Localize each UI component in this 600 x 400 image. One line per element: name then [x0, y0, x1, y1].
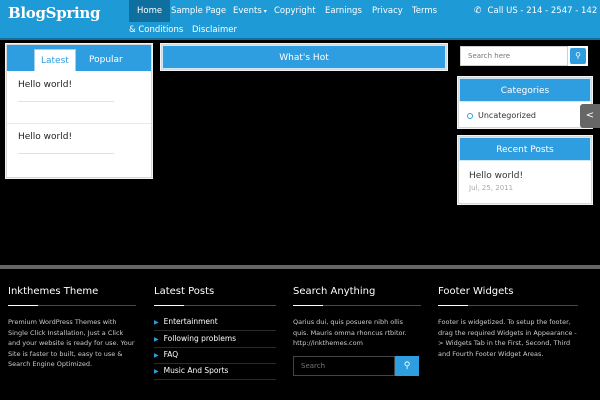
chevron-right-icon: ▶: [154, 352, 159, 359]
footer-underline: [154, 305, 276, 306]
whats-hot-title: What's Hot: [162, 45, 446, 69]
divider: [154, 347, 276, 348]
footer-search-input[interactable]: [293, 356, 395, 376]
chevron-right-icon: ▶: [154, 336, 159, 343]
footer-text: Footer is widgetized. To setup the foote…: [438, 318, 577, 358]
list-item: Hello world!: [7, 125, 151, 177]
footer-col-title: Footer Widgets: [438, 286, 514, 297]
tab-latest[interactable]: Latest: [34, 49, 76, 71]
nav-item-conditions[interactable]: & Conditions: [121, 19, 191, 41]
divider: [7, 123, 151, 124]
post-title-link[interactable]: Hello world!: [18, 80, 72, 90]
main-nav: Home Sample Page Events ▾ Copyright Earni…: [129, 0, 464, 40]
divider: [154, 330, 276, 331]
footer-link-label: Entertainment: [163, 317, 218, 326]
footer-col-title: Latest Posts: [154, 286, 215, 297]
whats-hot-widget: What's Hot: [161, 44, 447, 70]
categories-title: Categories: [459, 78, 591, 102]
divider: [18, 153, 114, 154]
nav-item-events-label: Events: [233, 6, 262, 16]
footer-text: Premium WordPress Themes with Single Cli…: [8, 318, 135, 368]
nav-item-copyright[interactable]: Copyright: [266, 0, 324, 22]
footer-col-about: Inkthemes Theme Premium WordPress Themes…: [8, 286, 136, 368]
chevron-right-icon: ▶: [154, 368, 159, 375]
footer-link-label: Music And Sports: [163, 366, 229, 375]
bullet-icon: [467, 112, 473, 119]
phone-number: Call US - 214 - 2547 - 142: [487, 6, 598, 16]
share-icon: <: [585, 110, 595, 121]
footer-divider: [0, 265, 600, 269]
chevron-right-icon: ▶: [154, 319, 159, 326]
divider: [18, 101, 114, 102]
footer-underline: [293, 305, 421, 306]
list-item: Hello world!: [7, 71, 151, 123]
search-icon: ⚲: [575, 51, 581, 60]
nav-item-terms[interactable]: Terms: [404, 0, 445, 22]
nav-item-earnings[interactable]: Earnings: [317, 0, 370, 22]
footer-col-widgets: Footer Widgets Footer is widgetized. To …: [438, 286, 578, 358]
footer-link[interactable]: ▶ FAQ: [154, 350, 178, 359]
footer-link[interactable]: ▶ Entertainment: [154, 317, 218, 326]
footer-link-label: FAQ: [163, 350, 179, 359]
divider: [154, 363, 276, 364]
phone-contact: ✆ Call US - 214 - 2547 - 142: [474, 6, 597, 16]
footer-link-label: Following problems: [163, 334, 237, 343]
recent-post-date: Jul, 25, 2011: [469, 184, 514, 192]
divider: [154, 379, 276, 380]
footer-link[interactable]: ▶ Music And Sports: [154, 366, 228, 375]
top-bar: BlogSpring Home Sample Page Events ▾ Copy…: [0, 0, 600, 40]
tabs-strip: Latest Popular: [7, 45, 151, 71]
search-button[interactable]: ⚲: [570, 48, 586, 64]
share-button[interactable]: <: [580, 104, 600, 128]
category-item[interactable]: Uncategorized: [467, 111, 536, 120]
site-logo[interactable]: BlogSpring: [8, 4, 100, 22]
footer-search: ⚲: [293, 356, 419, 376]
footer-underline: [8, 305, 136, 306]
categories-widget: Categories Uncategorized: [458, 77, 592, 128]
footer-text: Qarius dui, quis posuere nibh ollis quis…: [293, 318, 407, 347]
recent-posts-widget: Recent Posts Hello world! Jul, 25, 2011: [458, 136, 592, 204]
search-icon: ⚲: [403, 361, 411, 371]
footer-col-search: Search Anything Qarius dui, quis posuere…: [293, 286, 421, 376]
footer-col-latest-posts: Latest Posts ▶ Entertainment ▶ Following p…: [154, 286, 276, 380]
sidebar-search: ⚲: [460, 46, 588, 66]
post-title-link[interactable]: Hello world!: [18, 132, 72, 142]
category-label: Uncategorized: [478, 111, 536, 120]
nav-item-disclaimer[interactable]: Disclaimer: [184, 19, 245, 41]
footer-underline: [438, 305, 578, 306]
footer-link[interactable]: ▶ Following problems: [154, 334, 236, 343]
search-input[interactable]: [460, 46, 568, 66]
footer-col-title: Search Anything: [293, 286, 376, 297]
tab-popular[interactable]: Popular: [83, 49, 129, 71]
footer-search-button[interactable]: ⚲: [395, 356, 419, 376]
recent-posts-title: Recent Posts: [459, 137, 591, 161]
footer-col-title: Inkthemes Theme: [8, 286, 99, 297]
phone-icon: ✆: [474, 6, 482, 16]
recent-post-link[interactable]: Hello world!: [469, 171, 523, 181]
tabs-widget: Latest Popular Hello world! Hello world!: [6, 44, 152, 178]
